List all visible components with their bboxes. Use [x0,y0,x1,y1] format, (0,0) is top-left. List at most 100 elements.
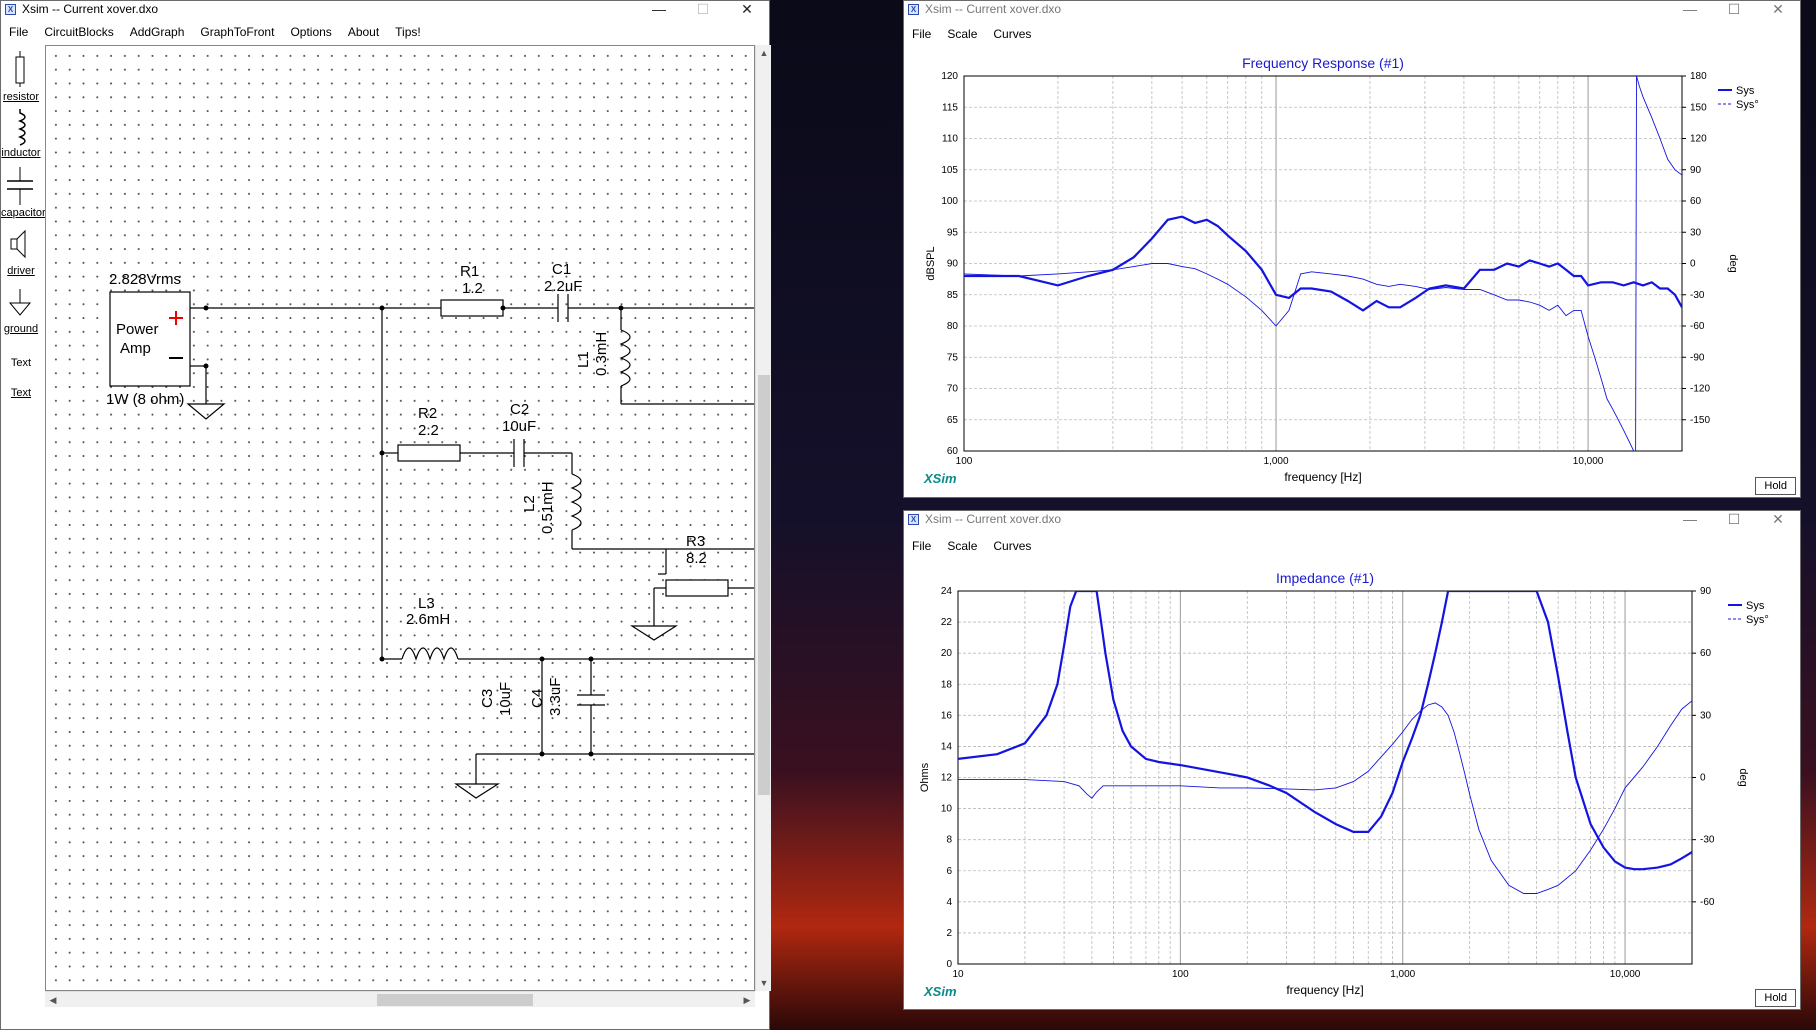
frequency-response-chart[interactable]: Frequency Response (#1) 60 65 70 75 80 85 90 95 1… [904,39,1800,499]
l2-name: L2 [521,495,538,512]
x-tick-label: 1,000 [1264,456,1289,467]
tool-driver[interactable]: driver [1,227,41,283]
y2-tick-label: 90 [1700,586,1712,597]
l1-symbol [619,329,631,387]
x-tick-label: 10,000 [1610,969,1641,980]
tool-inductor[interactable]: inductor [1,107,41,163]
frequency-response-window: X Xsim -- Current xover.dxo — ☐ ✕ File S… [903,0,1801,498]
scroll-down-arrow[interactable]: ▼ [756,975,772,991]
tool-capacitor-label: capacitor [1,207,46,219]
horizontal-scrollbar[interactable]: ◀ ▶ [45,991,755,1007]
maximize-button[interactable]: ☐ [681,1,725,17]
minimize-button[interactable]: — [1668,1,1712,17]
r2-value: 2.2 [418,422,439,439]
y-tick-label: 65 [947,415,959,426]
tool-resistor[interactable]: resistor [1,49,41,105]
menu-graphtofront[interactable]: GraphToFront [192,25,282,39]
y2-tick-label: -30 [1700,835,1715,846]
y-tick-label: 95 [947,227,959,238]
minimize-button[interactable]: — [637,1,681,17]
y-tick-label: 18 [941,679,953,690]
tool-ground[interactable]: ground [1,287,41,343]
window-title: Xsim -- Current xover.dxo [22,2,159,16]
y2-tick-label: 180 [1690,71,1707,82]
menu-file[interactable]: File [1,25,36,39]
y-tick-label: 80 [947,321,959,332]
component-toolbar: resistor inductor capacitor driver groun… [1,45,46,415]
menu-circuitblocks[interactable]: CircuitBlocks [36,25,121,39]
hold-button[interactable]: Hold [1755,989,1796,1007]
y2-tick-label: 30 [1700,710,1712,721]
l3-symbol [401,647,459,661]
scroll-up-arrow[interactable]: ▲ [756,45,772,61]
tool-ground-label: ground [3,323,39,335]
c3-value: 10uF [497,682,514,716]
y-tick-label: 14 [941,741,953,752]
hold-button[interactable]: Hold [1755,477,1796,495]
r2-name: R2 [418,405,437,422]
scroll-left-arrow[interactable]: ◀ [45,992,61,1008]
y-tick-label: 6 [946,866,952,877]
menu-tips[interactable]: Tips! [387,25,429,39]
y2-tick-label: 60 [1700,648,1712,659]
y2-tick-label: -60 [1700,897,1715,908]
l3-value: 2.6mH [406,611,450,628]
scroll-right-arrow[interactable]: ▶ [739,992,755,1008]
impedance-chart[interactable]: Impedance (#1)024681012141618202224-60-3… [904,551,1800,1011]
minimize-button[interactable]: — [1668,511,1712,527]
close-button[interactable]: ✕ [1756,511,1800,527]
title-bar[interactable]: X Xsim -- Current xover.dxo — ☐ ✕ [904,511,1800,527]
menu-options[interactable]: Options [282,25,339,39]
scroll-thumb[interactable] [758,375,770,795]
y2-tick-label: 0 [1690,259,1696,270]
y-tick-label: 105 [941,165,958,176]
y2-tick-label: -60 [1690,321,1705,332]
y-tick-label: 120 [941,71,958,82]
legend-label-sys: Sys [1746,600,1765,612]
c1-name: C1 [552,261,571,278]
power-amp-box [109,291,191,387]
inductor-icon [17,109,26,146]
app-icon: X [908,3,919,15]
close-button[interactable]: ✕ [1756,1,1800,17]
y2-tick-label: 150 [1690,102,1707,113]
close-button[interactable]: ✕ [725,1,769,17]
menu-about[interactable]: About [340,25,387,39]
tool-text[interactable]: Text [1,357,41,369]
maximize-button[interactable]: ☐ [1712,1,1756,17]
x-tick-label: 100 [1172,969,1189,980]
y2-tick-label: -120 [1690,384,1710,395]
y-tick-label: 85 [947,290,959,301]
x-axis-label: frequency [Hz] [1286,983,1363,997]
tool-resistor-label: resistor [2,91,40,103]
title-bar[interactable]: X Xsim -- Current xover.dxo — ☐ ✕ [1,1,769,17]
y-tick-label: 20 [941,648,953,659]
tool-capacitor[interactable]: capacitor [1,167,46,223]
l1-value: 0.3mH [593,332,610,376]
tool-driver-label: driver [7,265,35,277]
schematic: 2.828Vrms Power Amp 1W (8 ohm) R1 1.2 C1… [106,261,754,799]
title-bar[interactable]: X Xsim -- Current xover.dxo — ☐ ✕ [904,1,1800,17]
amp-label-1: Power [116,321,159,338]
l3-name: L3 [418,595,435,612]
r3-value: 8.2 [686,550,707,567]
y-tick-label: 110 [942,134,958,145]
c3-name: C3 [479,689,496,708]
menu-addgraph[interactable]: AddGraph [122,25,193,39]
y2-tick-label: -150 [1690,415,1710,426]
vertical-scrollbar[interactable]: ▲ ▼ [755,45,771,991]
maximize-button[interactable]: ☐ [1712,511,1756,527]
capacitor-icon [7,167,33,205]
app-icon: X [908,513,919,525]
y-tick-label: 4 [946,897,952,908]
ground-symbol [186,403,226,420]
tool-text-underlined[interactable]: Text [1,387,41,399]
y-axis-label: dBSPL [925,246,937,280]
menu-bar: File CircuitBlocks AddGraph GraphToFront… [1,21,769,42]
l1-name: L1 [575,351,592,368]
app-icon: X [5,3,16,15]
circuit-canvas[interactable]: 2.828Vrms Power Amp 1W (8 ohm) R1 1.2 C1… [45,45,755,991]
r1-name: R1 [460,263,479,280]
hscroll-thumb[interactable] [377,994,533,1006]
x-tick-label: 1,000 [1390,969,1415,980]
